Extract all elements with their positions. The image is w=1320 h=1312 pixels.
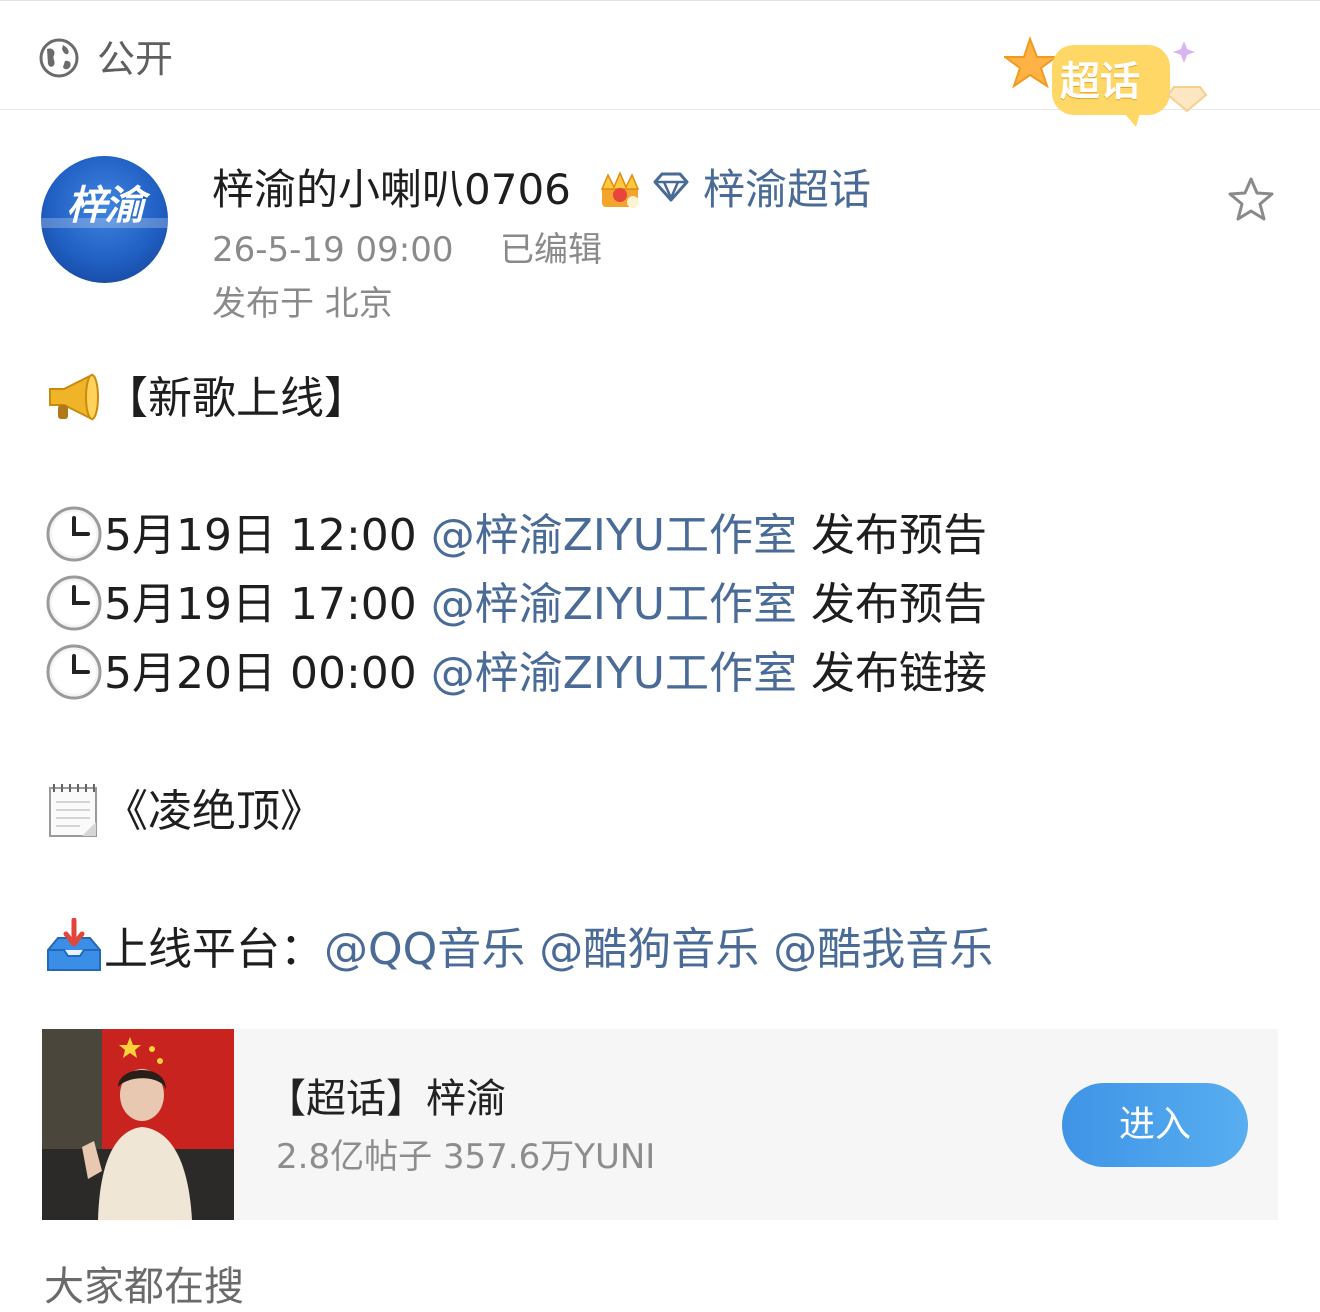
schedule-action: 发布链接 bbox=[796, 648, 987, 699]
globe-icon bbox=[39, 38, 79, 78]
platform-kuwo-link[interactable]: @酷我音乐 bbox=[773, 924, 993, 975]
schedule-action: 发布预告 bbox=[796, 579, 987, 630]
schedule-line-2: 5月19日 17:00 @梓渝ZIYU工作室 发布预告 bbox=[44, 574, 987, 636]
post-location: 发布于 北京 bbox=[212, 284, 393, 324]
edited-label[interactable]: 已编辑 bbox=[500, 228, 602, 272]
schedule-line-3: 5月20日 00:00 @梓渝ZIYU工作室 发布链接 bbox=[44, 643, 987, 705]
clock-icon bbox=[44, 504, 104, 564]
song-title: 《凌绝顶》 bbox=[104, 786, 324, 837]
clock-icon bbox=[44, 642, 104, 702]
avatar-text: 梓渝 bbox=[66, 183, 145, 229]
mention-link[interactable]: @梓渝ZIYU工作室 bbox=[431, 510, 797, 561]
inbox-tray-icon bbox=[44, 918, 104, 978]
platform-label: 上线平台： bbox=[104, 924, 324, 975]
platform-kugou-link[interactable]: @酷狗音乐 bbox=[539, 924, 759, 975]
headline-text: 【新歌上线】 bbox=[104, 373, 368, 424]
headline-line: 【新歌上线】 bbox=[44, 368, 368, 430]
topic-stats: 2.8亿帖子 357.6万YUNI bbox=[276, 1137, 656, 1177]
schedule-time: 5月19日 17:00 bbox=[104, 579, 431, 630]
visibility-label: 公开 bbox=[97, 37, 174, 81]
chaohua-badge-label[interactable]: 超话 bbox=[1060, 57, 1140, 107]
topic-link[interactable]: 梓渝超话 bbox=[703, 163, 871, 217]
mention-link[interactable]: @梓渝ZIYU工作室 bbox=[431, 648, 797, 699]
username-link[interactable]: 梓渝的小喇叭0706 bbox=[212, 163, 571, 217]
crown-icon bbox=[600, 171, 640, 208]
topic-thumbnail bbox=[42, 1029, 234, 1220]
avatar[interactable]: 梓渝 bbox=[41, 156, 168, 283]
topic-title: 【超话】梓渝 bbox=[266, 1076, 506, 1122]
schedule-time: 5月20日 00:00 bbox=[104, 648, 431, 699]
platform-qq-link[interactable]: @QQ音乐 bbox=[324, 924, 525, 975]
notepad-icon bbox=[44, 780, 104, 840]
diamond-icon bbox=[653, 172, 689, 202]
enter-button[interactable]: 进入 bbox=[1062, 1083, 1248, 1167]
schedule-action: 发布预告 bbox=[796, 510, 987, 561]
song-line: 《凌绝顶》 bbox=[44, 781, 324, 843]
clock-icon bbox=[44, 573, 104, 633]
post-time: 26-5-19 09:00 bbox=[212, 230, 454, 270]
schedule-line-1: 5月19日 12:00 @梓渝ZIYU工作室 发布预告 bbox=[44, 505, 987, 567]
mention-link[interactable]: @梓渝ZIYU工作室 bbox=[431, 579, 797, 630]
visibility-bar: 公开 超话 bbox=[0, 0, 1320, 127]
megaphone-icon bbox=[44, 367, 104, 427]
super-topic-card[interactable]: 【超话】梓渝 2.8亿帖子 357.6万YUNI 进入 bbox=[42, 1029, 1278, 1220]
star-icon[interactable] bbox=[1226, 175, 1276, 225]
trending-section-title: 大家都在搜 bbox=[44, 1264, 244, 1310]
schedule-time: 5月19日 12:00 bbox=[104, 510, 431, 561]
platform-line: 上线平台：@QQ音乐 @酷狗音乐 @酷我音乐 bbox=[44, 918, 993, 981]
